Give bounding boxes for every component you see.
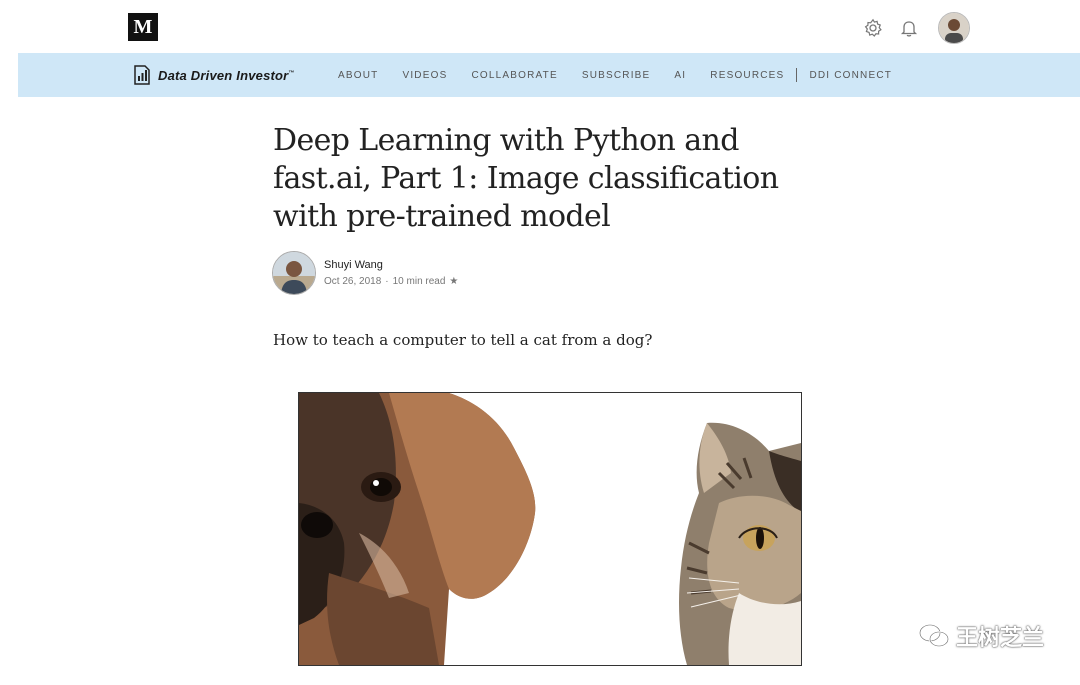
- star-icon: ★: [449, 276, 459, 287]
- author-row: Shuyi Wang Oct 26, 2018 · 10 min read ★: [272, 251, 458, 295]
- wechat-icon: [918, 624, 949, 647]
- user-avatar[interactable]: [938, 12, 970, 44]
- read-time: 10 min read: [392, 276, 446, 287]
- publication-name: Data Driven Investor™: [158, 67, 295, 83]
- publication-logo[interactable]: Data Driven Investor™: [132, 64, 295, 86]
- dog-cat-illustration: [299, 393, 801, 665]
- nav-ai[interactable]: AI: [674, 70, 686, 81]
- author-meta: Shuyi Wang Oct 26, 2018 · 10 min read ★: [324, 259, 458, 287]
- nav-divider: [796, 68, 798, 82]
- nav-collaborate[interactable]: COLLABORATE: [471, 70, 557, 81]
- watermark: 王树芝兰: [918, 620, 1044, 652]
- article-lead: How to teach a computer to tell a cat fr…: [273, 331, 653, 349]
- nav-about[interactable]: ABOUT: [338, 70, 378, 81]
- gear-icon[interactable]: [862, 17, 884, 39]
- author-avatar[interactable]: [272, 251, 316, 295]
- ddi-logo-icon: [134, 65, 150, 85]
- publication-nav-links: ABOUT VIDEOS COLLABORATE SUBSCRIBE AI RE…: [338, 53, 916, 97]
- medium-top-bar: M: [0, 0, 1080, 53]
- publish-date: Oct 26, 2018: [324, 276, 382, 287]
- author-name[interactable]: Shuyi Wang: [324, 259, 458, 271]
- nav-resources[interactable]: RESOURCES: [710, 70, 784, 81]
- watermark-text: 王树芝兰: [955, 626, 1044, 651]
- medium-logo[interactable]: M: [128, 13, 158, 41]
- publication-nav: Data Driven Investor™ ABOUT VIDEOS COLLA…: [18, 53, 1080, 97]
- nav-videos[interactable]: VIDEOS: [402, 70, 447, 81]
- hero-image: [298, 392, 802, 666]
- article-meta: Oct 26, 2018 · 10 min read ★: [324, 276, 458, 287]
- nav-ddi-connect[interactable]: DDI CONNECT: [809, 70, 892, 81]
- meta-separator: ·: [385, 276, 389, 287]
- nav-subscribe[interactable]: SUBSCRIBE: [582, 70, 651, 81]
- bell-icon[interactable]: [898, 17, 920, 39]
- article-title: Deep Learning with Python and fast.ai, P…: [273, 123, 779, 234]
- top-actions: [862, 12, 970, 44]
